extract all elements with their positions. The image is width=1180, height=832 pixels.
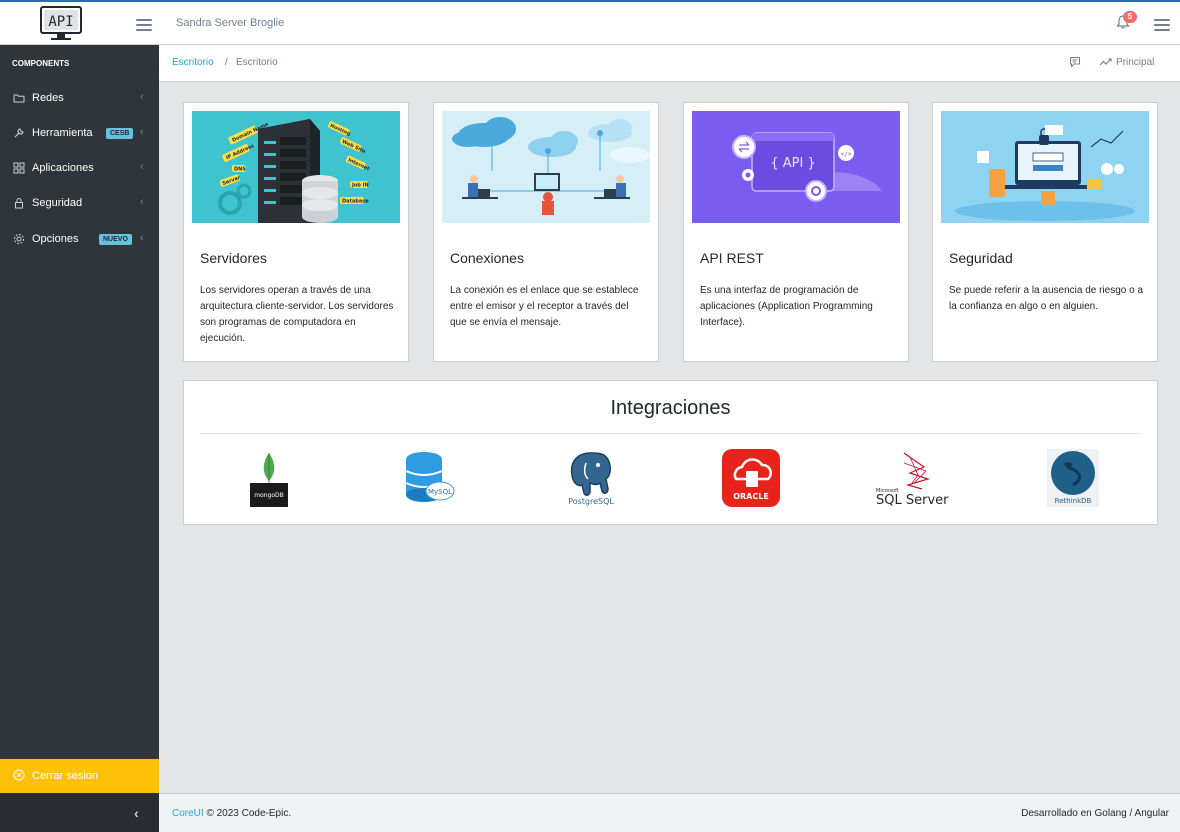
svg-text:ORACLE: ORACLE <box>733 492 769 501</box>
sidebar-item-label: Aplicaciones <box>32 162 94 174</box>
integrations-card: Integraciones mongoDB MySQL PostgreSQL O… <box>183 380 1158 525</box>
mysql-logo: MySQL <box>404 449 456 507</box>
card-title: Servidores <box>200 250 267 266</box>
security-illustration <box>941 111 1149 223</box>
card-text: Es una interfaz de programación de aplic… <box>700 285 873 328</box>
sidebar-badge-cesb: CESB <box>106 128 134 139</box>
header-username: Sandra Server Broglie <box>176 17 285 29</box>
sidebar-item-label: Herramienta <box>32 127 93 139</box>
card-text: Se puede referir a la ausencia de riesgo… <box>949 285 1144 312</box>
sidebar-toggle-button[interactable] <box>136 19 152 31</box>
sidebar-item-label: Redes <box>32 92 64 104</box>
sidebar-item-seguridad[interactable]: Seguridad ‹ <box>0 186 159 220</box>
mongodb-logo: mongoDB <box>250 449 288 507</box>
sidebar-item-label: Opciones <box>32 233 79 245</box>
chevron-left-icon: ‹ <box>140 91 144 103</box>
card-title: Seguridad <box>949 250 1013 266</box>
card-conexiones: Conexiones La conexión es el enlace que … <box>433 102 659 362</box>
chevron-left-icon: ‹ <box>140 126 144 138</box>
oracle-logo: ORACLE <box>722 449 780 507</box>
svg-text:PostgreSQL: PostgreSQL <box>568 497 614 506</box>
rethinkdb-logo: RethinkDB <box>1047 449 1099 507</box>
server-illustration: Domain Name IP Address DNS Server Hostin… <box>192 111 400 223</box>
card-seguridad: Seguridad Se puede referir a la ausencia… <box>932 102 1158 362</box>
close-circle-icon <box>13 769 25 781</box>
divider <box>200 433 1141 434</box>
gear-icon <box>13 233 25 245</box>
svg-text:MySQL: MySQL <box>428 488 452 496</box>
trend-icon <box>1099 56 1112 68</box>
breadcrumb-home-link[interactable]: Escritorio <box>172 57 214 68</box>
chevron-left-icon: ‹ <box>134 805 139 821</box>
api-illustration: { API } </> <box>692 111 900 223</box>
chevron-left-icon: ‹ <box>140 161 144 173</box>
folder-icon <box>13 92 25 104</box>
svg-text:SQL Server: SQL Server <box>876 493 949 507</box>
footer-left: CoreUI © 2023 Code-Epic. <box>172 808 291 819</box>
footer-copyright: © 2023 Code-Epic. <box>206 808 292 819</box>
sidebar-badge-nuevo: NUEVO <box>99 234 132 245</box>
sidebar: COMPONENTS Redes ‹ Herramienta CESB ‹ Ap… <box>0 45 159 832</box>
svg-text:Job IN: Job IN <box>351 183 369 189</box>
notification-count-badge: 5 <box>1123 11 1137 23</box>
lock-icon <box>13 197 25 209</box>
logout-button[interactable]: Cerrar sesion <box>0 759 159 793</box>
cloud-connections-illustration <box>442 111 650 223</box>
breadcrumb-separator: / <box>225 57 228 68</box>
app-footer: CoreUI © 2023 Code-Epic. Desarrollado en… <box>159 793 1180 832</box>
svg-text:API: API <box>48 14 73 30</box>
brand-logo[interactable]: API <box>40 6 82 42</box>
sidebar-item-herramienta[interactable]: Herramienta CESB ‹ <box>0 116 159 150</box>
card-title: Conexiones <box>450 250 524 266</box>
card-text: La conexión es el enlace que se establec… <box>450 285 639 328</box>
svg-text:Database: Database <box>342 199 369 205</box>
sidebar-item-aplicaciones[interactable]: Aplicaciones ‹ <box>0 151 159 185</box>
wrench-icon <box>13 127 25 139</box>
sidebar-item-redes[interactable]: Redes ‹ <box>0 81 159 115</box>
breadcrumb-current: Escritorio <box>236 57 278 68</box>
sidebar-minimizer-button[interactable]: ‹ <box>0 793 159 832</box>
svg-text:{ API }: { API } <box>770 156 815 171</box>
grid-icon <box>13 162 25 174</box>
footer-credits: Desarrollado en Golang / Angular <box>1021 808 1169 819</box>
card-title: API REST <box>700 250 764 266</box>
svg-text:mongoDB: mongoDB <box>254 492 284 499</box>
message-icon[interactable] <box>1069 56 1081 68</box>
sidebar-item-opciones[interactable]: Opciones NUEVO ‹ <box>0 222 159 256</box>
integrations-title: Integraciones <box>610 397 731 419</box>
svg-text:DNS: DNS <box>234 167 246 173</box>
card-api-rest: { API } </> API REST Es una interfaz de … <box>683 102 909 362</box>
svg-text:RethinkDB: RethinkDB <box>1055 497 1092 505</box>
logout-label: Cerrar sesion <box>32 770 99 782</box>
postgresql-logo: PostgreSQL <box>562 449 620 507</box>
principal-link[interactable]: Principal <box>1116 57 1154 68</box>
sidebar-section-title: COMPONENTS <box>12 59 70 68</box>
breadcrumb: Escritorio / Escritorio Principal <box>159 45 1180 82</box>
svg-text:</>: </> <box>841 151 852 158</box>
app-header: API Sandra Server Broglie 5 <box>0 2 1180 45</box>
card-servidores: Domain Name IP Address DNS Server Hostin… <box>183 102 409 362</box>
chevron-left-icon: ‹ <box>140 232 144 244</box>
sqlserver-logo: Microsoft SQL Server <box>874 449 950 508</box>
card-text: Los servidores operan a través de una ar… <box>200 285 394 344</box>
coreui-link[interactable]: CoreUI <box>172 808 204 819</box>
sidebar-item-label: Seguridad <box>32 197 83 209</box>
aside-menu-toggle-button[interactable] <box>1154 19 1170 31</box>
chevron-left-icon: ‹ <box>140 196 144 208</box>
